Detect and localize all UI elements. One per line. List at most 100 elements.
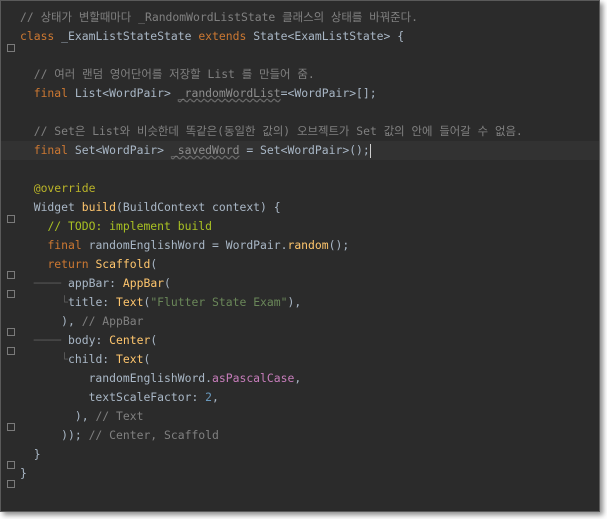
code-token: randomEnglishWord. <box>20 371 213 385</box>
code-token: List<WordPair> <box>74 86 178 100</box>
code-token: return <box>47 257 96 271</box>
fold-marker-text-end[interactable] <box>7 423 15 431</box>
code-token: // 여러 랜덤 영어단어를 저장할 List 를 만들어 줌. <box>33 67 315 81</box>
code-line[interactable]: } <box>20 445 41 464</box>
code-token: ( <box>143 352 151 366</box>
code-line[interactable]: ──── body: Center( <box>20 331 157 350</box>
fold-marker-return[interactable] <box>7 271 15 279</box>
code-token: final <box>47 238 89 252</box>
code-token: _savedWord <box>170 143 240 157</box>
code-line[interactable]: )); // Center, Scaffold <box>20 426 219 445</box>
fold-marker-build[interactable] <box>7 215 15 223</box>
fold-marker-class-end[interactable] <box>7 480 15 488</box>
fold-marker-class[interactable] <box>7 44 15 52</box>
code-token: // Text <box>95 409 144 423</box>
code-line[interactable]: } <box>20 464 27 483</box>
code-token: // Center, Scaffold <box>88 428 219 442</box>
code-line[interactable]: └title: Text("Flutter State Exam"), <box>20 293 301 312</box>
code-token: // 상태가 변할때마다 _RandomWordListState 클래스의 상… <box>20 10 418 24</box>
code-token: final <box>33 143 75 157</box>
code-token: Center <box>109 333 151 347</box>
code-token: class <box>20 29 62 43</box>
code-line[interactable]: // Set은 List와 비슷한데 똑같은(동일한 값의) 오브젝트가 Set… <box>20 122 523 141</box>
code-line[interactable]: final Set<WordPair> _savedWord = Set<Wor… <box>1 141 599 160</box>
code-token: child: <box>68 352 117 366</box>
code-token: State<ExamListState> { <box>253 29 405 43</box>
fold-marker-appbar[interactable] <box>7 290 15 298</box>
code-token: @override <box>33 181 96 195</box>
code-token: Scaffold <box>95 257 151 271</box>
code-line[interactable]: └child: Text( <box>20 350 150 369</box>
code-line[interactable]: ), // AppBar <box>20 312 143 331</box>
code-token: , <box>212 390 219 404</box>
code-token: asPascalCase <box>212 371 295 385</box>
code-token: randomEnglishWord = WordPair. <box>88 238 288 252</box>
code-token: } <box>20 447 41 461</box>
code-line[interactable]: final List<WordPair> _randomWordList=<Wo… <box>20 84 377 103</box>
code-token: ──── <box>20 333 69 347</box>
code-token: ), <box>20 314 82 328</box>
code-token: final <box>33 86 75 100</box>
code-token: random <box>287 238 329 252</box>
code-token: // Set은 List와 비슷한데 똑같은(동일한 값의) 오브젝트가 Set… <box>33 124 523 138</box>
code-line[interactable]: Widget build(BuildContext context) { <box>20 198 281 217</box>
code-token: └ <box>20 352 69 366</box>
code-line[interactable]: randomEnglishWord.asPascalCase, <box>20 369 302 388</box>
code-token: } <box>20 466 27 480</box>
code-token: 2 <box>205 390 213 404</box>
code-token: AppBar <box>122 276 165 290</box>
editor-gutter <box>1 1 21 511</box>
code-token: ( <box>150 333 158 347</box>
code-token: Text <box>116 295 144 309</box>
code-token: Widget <box>20 200 82 214</box>
code-token: appBar: <box>68 276 123 290</box>
text-caret <box>369 143 371 158</box>
code-token: Set<WordPair> <box>74 143 171 157</box>
code-token: (); <box>328 238 350 252</box>
code-token: ), <box>20 409 96 423</box>
code-token: textScaleFactor: <box>20 390 206 404</box>
code-token: "Flutter State Exam" <box>150 295 288 309</box>
code-token: ──── <box>20 276 69 290</box>
code-line[interactable]: class _ExamListStateState extends State<… <box>20 27 404 46</box>
code-token: └ <box>20 295 69 309</box>
code-line[interactable]: textScaleFactor: 2, <box>20 388 219 407</box>
code-token: ( <box>150 257 158 271</box>
code-line[interactable]: ──── appBar: AppBar( <box>20 274 171 293</box>
code-line[interactable]: // 여러 랜덤 영어단어를 저장할 List 를 만들어 줌. <box>20 65 315 84</box>
code-token: // TODO: implement build <box>47 219 213 233</box>
code-line[interactable]: final randomEnglishWord = WordPair.rando… <box>20 236 349 255</box>
code-token: body: <box>68 333 110 347</box>
code-token: _ExamListStateState <box>61 29 199 43</box>
code-token: (BuildContext context) { <box>116 200 281 214</box>
code-line[interactable]: // TODO: implement build <box>20 217 212 236</box>
code-token: = Set<WordPair>(); <box>239 143 370 157</box>
code-token: , <box>294 371 302 385</box>
code-token: ( <box>164 276 171 290</box>
fold-marker-appbar-end[interactable] <box>7 328 15 336</box>
code-token: )); <box>20 428 89 442</box>
code-line[interactable]: return Scaffold( <box>20 255 157 274</box>
code-line[interactable]: ), // Text <box>20 407 144 426</box>
code-token: =<WordPair>[]; <box>280 86 377 100</box>
code-line[interactable]: // 상태가 변할때마다 _RandomWordListState 클래스의 상… <box>20 8 418 27</box>
code-token: ), <box>287 295 302 309</box>
code-token: Text <box>116 352 144 366</box>
fold-marker-body[interactable] <box>7 347 15 355</box>
code-token: extends <box>198 29 254 43</box>
code-editor-window: // 상태가 변할때마다 _RandomWordListState 클래스의 상… <box>0 0 600 512</box>
code-token: _randomWordList <box>177 86 281 100</box>
code-token: build <box>81 200 117 214</box>
fold-marker-build-end[interactable] <box>7 461 15 469</box>
code-line[interactable]: @override <box>20 179 96 198</box>
code-token: title: <box>68 295 117 309</box>
code-token: // AppBar <box>81 314 144 328</box>
